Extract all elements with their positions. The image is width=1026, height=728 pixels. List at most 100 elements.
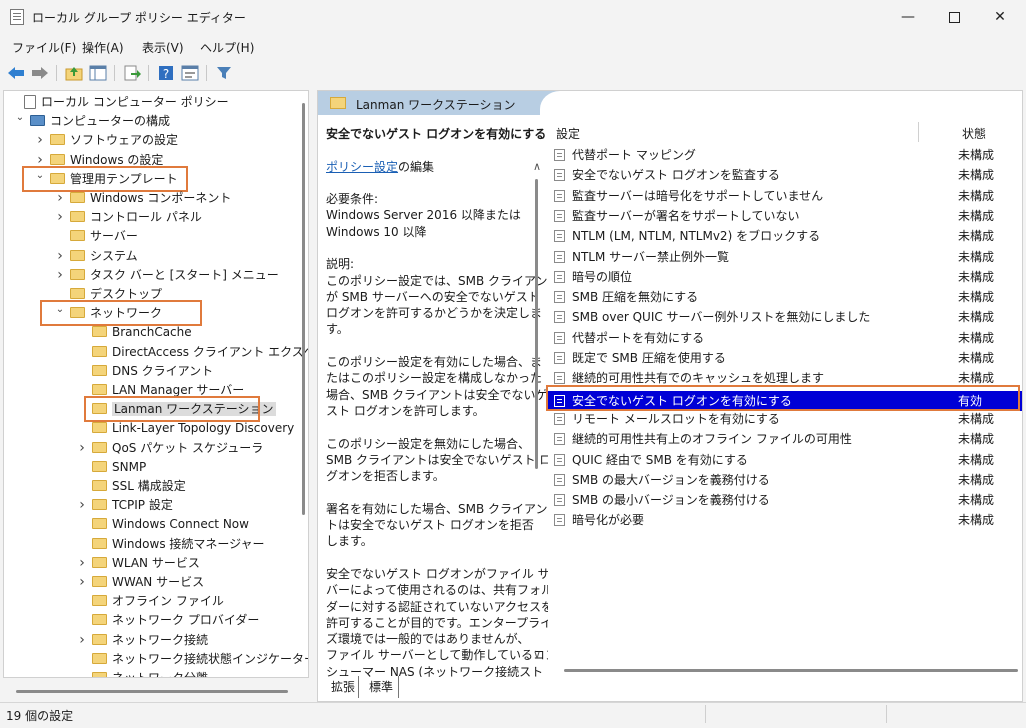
- tree-item[interactable]: › システム: [54, 247, 137, 265]
- tree-item[interactable]: ネットワーク接続状態インジケーター: [76, 650, 308, 668]
- policy-row[interactable]: SMB の最大バージョンを義務付ける 未構成: [548, 470, 1022, 490]
- tree-item[interactable]: › TCPIP 設定: [76, 496, 173, 514]
- expand-chevron-right-icon[interactable]: ›: [54, 208, 66, 226]
- scroll-up-arrow-icon[interactable]: ∧: [530, 161, 544, 173]
- tree-item[interactable]: ネットワーク分離: [76, 669, 208, 677]
- description-scroll-thumb[interactable]: [535, 179, 538, 469]
- tree-horizontal-scroll-thumb[interactable]: [16, 690, 288, 693]
- description-line: スト ログオンを許可します。: [326, 403, 485, 418]
- policy-row[interactable]: NTLM サーバー禁止例外一覧 未構成: [548, 247, 1022, 267]
- show-hide-console-tree-button[interactable]: [88, 63, 108, 83]
- expand-chevron-right-icon[interactable]: ›: [76, 554, 88, 572]
- policy-state: 未構成: [958, 249, 995, 264]
- tree-item[interactable]: ローカル コンピューター ポリシー: [8, 93, 229, 111]
- tree-item[interactable]: › QoS パケット スケジューラ: [76, 439, 263, 457]
- edit-policy-link[interactable]: ポリシー設定: [326, 160, 398, 174]
- policy-row[interactable]: 代替ポート マッピング 未構成: [548, 145, 1022, 165]
- policy-row[interactable]: QUIC 経由で SMB を有効にする 未構成: [548, 450, 1022, 470]
- selected-policy-title: 安全でないゲスト ログオンを有効にする: [326, 127, 547, 141]
- expand-chevron-right-icon[interactable]: ›: [76, 496, 88, 514]
- tree-item-label: ローカル コンピューター ポリシー: [41, 95, 229, 109]
- tree-item[interactable]: › ネットワーク接続: [76, 631, 208, 649]
- policy-row[interactable]: SMB 圧縮を無効にする 未構成: [548, 287, 1022, 307]
- policy-setting-icon: [554, 331, 565, 344]
- tab-standard[interactable]: 標準: [364, 676, 399, 698]
- filter-button[interactable]: [214, 63, 234, 83]
- policy-name: SMB の最大バージョンを義務付ける: [572, 472, 770, 487]
- tree-vertical-scroll-thumb[interactable]: [302, 103, 305, 515]
- tree-item[interactable]: ⌄ コンピューターの構成: [14, 112, 170, 130]
- menu-bar: ファイル(F) 操作(A) 表示(V) ヘルプ(H): [0, 35, 1026, 57]
- export-list-button[interactable]: [122, 63, 142, 83]
- help-button[interactable]: ?: [156, 63, 176, 83]
- tree-item[interactable]: › WWAN サービス: [76, 573, 204, 591]
- tree-item[interactable]: DNS クライアント: [76, 362, 213, 380]
- policy-row[interactable]: 暗号の順位 未構成: [548, 267, 1022, 287]
- expand-chevron-down-icon[interactable]: ⌄: [14, 109, 26, 127]
- tab-extended[interactable]: 拡張: [328, 676, 359, 698]
- policy-row[interactable]: 監査サーバーが署名をサポートしていない 未構成: [548, 206, 1022, 226]
- minimize-button[interactable]: —: [885, 0, 931, 34]
- menu-view[interactable]: 表示(V): [142, 39, 184, 56]
- toolbar: ?: [0, 58, 1026, 88]
- tree-item[interactable]: › WLAN サービス: [76, 554, 200, 572]
- column-divider[interactable]: [918, 122, 919, 142]
- policy-name: SMB の最小バージョンを義務付ける: [572, 493, 770, 508]
- policy-row[interactable]: 暗号化が必要 未構成: [548, 510, 1022, 530]
- tree-item-label: Windows コンポーネント: [90, 191, 232, 205]
- tree-item[interactable]: ネットワーク プロバイダー: [76, 611, 259, 629]
- policy-setting-icon: [554, 230, 565, 243]
- menu-action[interactable]: 操作(A): [82, 39, 124, 56]
- tree-item[interactable]: SSL 構成設定: [76, 477, 186, 495]
- back-button[interactable]: [6, 63, 26, 83]
- list-horizontal-scroll-thumb[interactable]: [564, 669, 1018, 672]
- tree-item[interactable]: SNMP: [76, 458, 146, 476]
- tree-item[interactable]: › ソフトウェアの設定: [34, 131, 178, 149]
- policy-row[interactable]: 継続的可用性共有上のオフライン ファイルの可用性 未構成: [548, 429, 1022, 449]
- policy-row[interactable]: 既定で SMB 圧縮を使用する 未構成: [548, 348, 1022, 368]
- computer-config-icon: [30, 115, 45, 127]
- tree-item[interactable]: › タスク バーと [スタート] メニュー: [54, 266, 279, 284]
- description-line: ファイル サーバーとして動作しているコン: [326, 648, 548, 663]
- policy-row[interactable]: リモート メールスロットを有効にする 未構成: [548, 409, 1022, 429]
- scroll-down-arrow-icon[interactable]: ∨: [530, 649, 544, 661]
- expand-chevron-right-icon[interactable]: ›: [76, 573, 88, 591]
- tree-item[interactable]: Windows Connect Now: [76, 515, 249, 533]
- properties-button[interactable]: [180, 63, 200, 83]
- help-icon: ?: [159, 66, 173, 81]
- tree-item[interactable]: › コントロール パネル: [54, 208, 202, 226]
- policy-row[interactable]: SMB over QUIC サーバー例外リストを無効にしました 未構成: [548, 307, 1022, 327]
- policy-row[interactable]: 代替ポートを有効にする 未構成: [548, 328, 1022, 348]
- expand-chevron-right-icon[interactable]: ›: [76, 631, 88, 649]
- expand-chevron-right-icon[interactable]: ›: [76, 439, 88, 457]
- policy-row[interactable]: NTLM (LM, NTLM, NTLMv2) をブロックする 未構成: [548, 226, 1022, 246]
- forward-button[interactable]: [30, 63, 50, 83]
- expand-chevron-right-icon[interactable]: ›: [34, 131, 46, 149]
- policy-name: 既定で SMB 圧縮を使用する: [572, 351, 726, 365]
- policy-row[interactable]: 安全でないゲスト ログオンを監査する 未構成: [548, 165, 1022, 185]
- tree-item[interactable]: BranchCache: [76, 323, 192, 341]
- tree-item-label: DNS クライアント: [112, 363, 214, 378]
- description-scrollbar[interactable]: ∧ ∨: [530, 161, 544, 661]
- tree-item[interactable]: DirectAccess クライアント エクスペリ: [76, 343, 308, 361]
- menu-file[interactable]: ファイル(F): [12, 39, 76, 56]
- column-header-state[interactable]: 状態: [962, 125, 986, 142]
- policy-row[interactable]: 監査サーバーは暗号化をサポートしていません 未構成: [548, 186, 1022, 206]
- tree-item[interactable]: Link-Layer Topology Discovery: [76, 419, 294, 437]
- column-header-setting[interactable]: 設定: [556, 125, 580, 142]
- tree-item[interactable]: › Windows コンポーネント: [54, 189, 231, 207]
- folder-icon: [92, 460, 107, 472]
- tree-item[interactable]: オフライン ファイル: [76, 592, 224, 610]
- tree-vertical-scrollbar[interactable]: [300, 91, 308, 677]
- close-button[interactable]: ✕: [977, 0, 1023, 34]
- maximize-button[interactable]: [931, 0, 977, 34]
- tree-item[interactable]: サーバー: [54, 227, 138, 245]
- expand-chevron-right-icon[interactable]: ›: [54, 247, 66, 265]
- menu-help[interactable]: ヘルプ(H): [200, 39, 254, 56]
- expand-chevron-right-icon[interactable]: ›: [54, 189, 66, 207]
- expand-chevron-right-icon[interactable]: ›: [54, 266, 66, 284]
- tree-item[interactable]: Windows 接続マネージャー: [76, 535, 265, 553]
- policy-row[interactable]: SMB の最小バージョンを義務付ける 未構成: [548, 490, 1022, 510]
- toolbar-separator: [56, 65, 57, 81]
- up-one-level-button[interactable]: [64, 63, 84, 83]
